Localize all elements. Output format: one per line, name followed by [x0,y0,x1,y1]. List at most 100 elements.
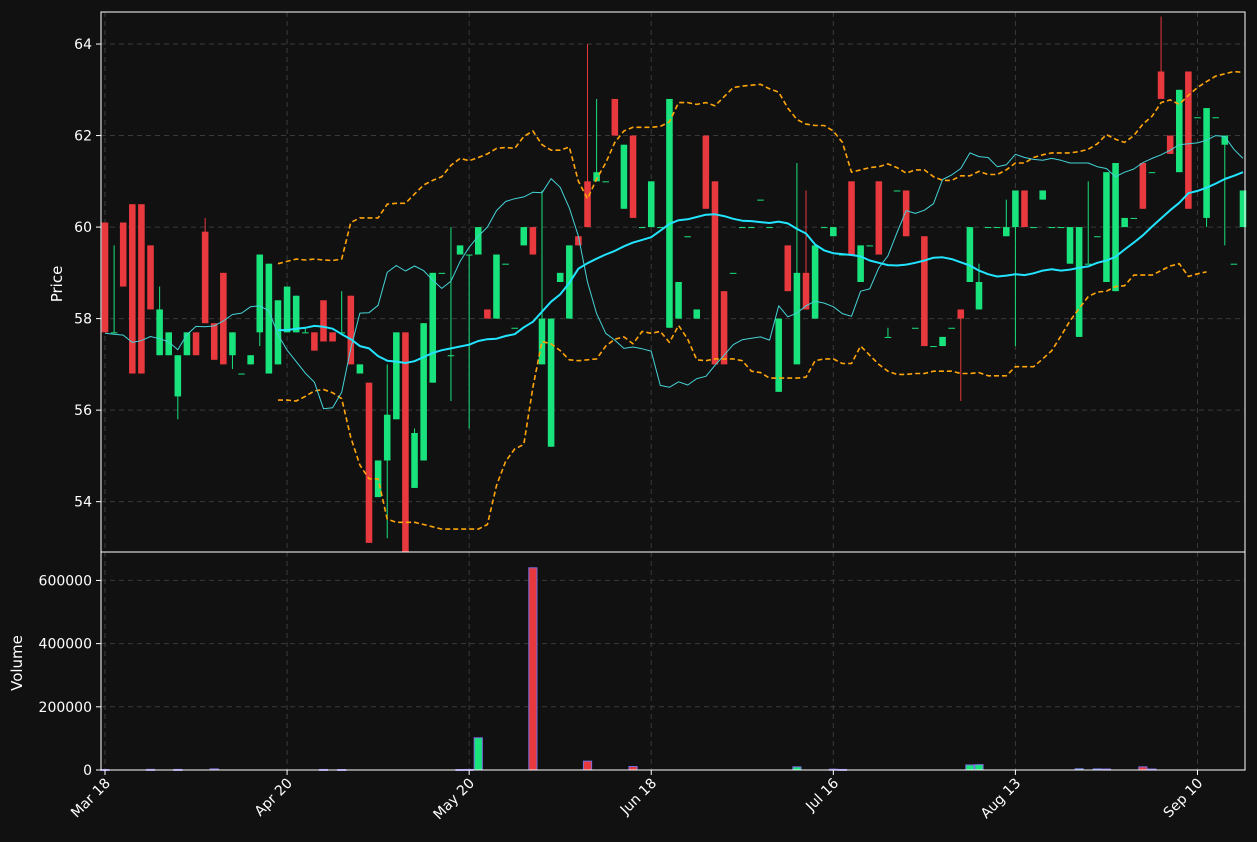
candle-body [602,181,609,183]
candle-body [320,300,327,342]
candle-body [1012,190,1019,228]
candle-body [447,355,455,357]
candle-body [493,254,500,319]
candle-body [1230,263,1238,265]
candle-body [684,236,691,238]
candle-body [966,227,974,282]
candle-body [201,231,209,324]
candle-body [247,355,254,365]
candle-body [930,346,937,348]
volume-y-tick-label: 0 [83,763,92,779]
candle-body [948,327,955,329]
candle-body [283,286,291,333]
candle-body [156,309,163,356]
candle-body [1048,227,1056,229]
candle-body [1021,190,1028,228]
candle-body [720,291,728,365]
candle-body [893,190,901,192]
candle-body [347,295,355,365]
candle-body [474,227,482,255]
candle-body [993,227,1001,229]
candle-body [820,227,828,229]
candle-body [1066,227,1074,264]
candle-body [629,135,637,218]
candle-body [110,332,118,334]
candle-body [420,323,427,461]
candle-body [274,300,282,365]
candle-body [975,282,983,310]
candle-body [229,332,236,356]
volume-y-tick-label: 600000 [39,573,92,589]
candle-body [984,227,992,229]
candle-body [1157,71,1165,99]
candle-body [957,309,965,319]
candlestick-chart: Mar 18 Apr 20 May 20 Jun 18 Jul 16 Aug 13 Sep … [0,0,1257,842]
price-y-tick-label: 56 [74,403,92,419]
candle-body [383,414,391,461]
candle-body [884,336,892,338]
candle-body [520,227,528,246]
candle-body [1203,108,1210,218]
candle-body [693,309,701,319]
price-y-tick-label: 60 [74,220,92,236]
candle-body [1057,227,1065,229]
candle-body [402,332,409,552]
candle-body [484,309,491,319]
candle-body [811,245,819,319]
candle-body [1194,117,1201,119]
candle-body [830,227,837,237]
candle-body [911,327,919,329]
price-y-tick-label: 58 [74,312,92,328]
candle-body [411,433,418,488]
candle-body [311,332,318,351]
candle-body [793,272,801,365]
candle-body [584,181,591,228]
volume-y-tick-label: 200000 [39,700,92,716]
candle-body [502,263,509,265]
candle-body [183,332,191,356]
candle-body [292,295,300,333]
chart-background [0,0,1257,842]
candle-body [647,181,655,228]
candle-body [1139,163,1147,209]
candle-body [1212,117,1219,119]
candle-body [1075,227,1083,337]
candle-body [638,227,646,229]
price-y-tick-label: 62 [74,129,92,145]
candle-body [1112,163,1119,292]
price-y-tick-label: 54 [74,495,92,511]
volume-bar [528,567,538,771]
candle-body [729,272,737,274]
candle-body [1130,217,1138,219]
volume-bar [473,737,483,771]
candle-body [256,254,264,333]
candle-body [356,364,364,374]
candle-body [857,245,864,282]
volume-axis-label: Volume [8,635,26,691]
candle-body [265,263,273,374]
candle-body [101,222,109,333]
candle-body [438,272,446,274]
candle-body [866,245,874,247]
candle-body [802,272,810,310]
candle-body [238,373,245,375]
price-axis-label: Price [48,266,66,303]
candle-body [939,336,946,347]
candle-body [784,245,792,292]
candle-body [1103,172,1110,282]
candle-body [465,254,473,256]
price-y-tick-label: 64 [74,37,92,53]
candle-body [875,181,883,255]
candle-body [1121,217,1128,228]
candle-body [210,323,218,360]
candle-body [1185,71,1192,209]
candle-body [192,332,200,356]
candle-body [1039,190,1046,200]
candle-body [138,204,145,374]
candle-body [748,227,755,229]
candle-body [702,135,710,209]
candle-body [711,181,719,365]
candle-body [1148,172,1156,174]
candle-body [329,332,336,342]
candle-body [1094,236,1101,238]
